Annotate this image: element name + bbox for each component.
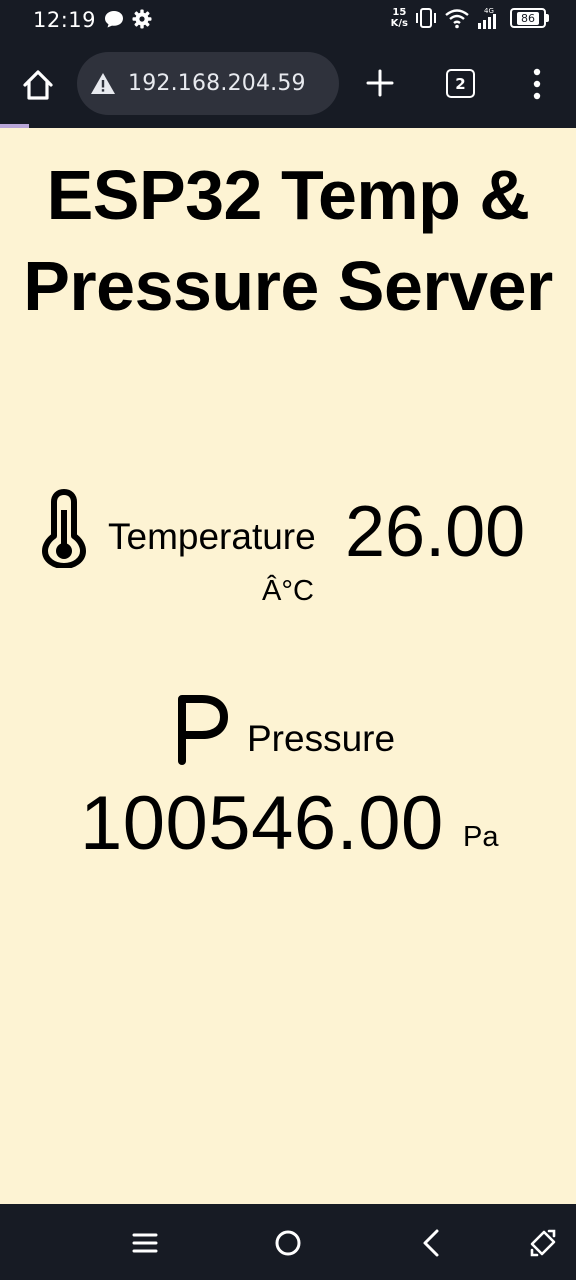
battery-level: 86: [517, 11, 539, 25]
tab-count: 2: [455, 74, 466, 93]
temperature-value: 26.00: [345, 492, 526, 572]
network-type: 4G: [484, 7, 494, 15]
battery-indicator: 86: [510, 8, 549, 28]
network-speed-unit: K/s: [390, 18, 408, 29]
url-text[interactable]: 192.168.204.59: [128, 71, 306, 96]
status-right-icons: 15 K/s 4G 86: [391, 6, 549, 30]
message-icon: [105, 11, 123, 28]
recent-apps-icon[interactable]: [130, 1228, 160, 1258]
back-icon[interactable]: [417, 1228, 447, 1258]
pressure-label: Pressure: [247, 718, 396, 759]
warning-triangle-icon[interactable]: [90, 72, 116, 96]
home-icon[interactable]: [20, 67, 56, 103]
pressure-unit: Pa: [463, 821, 499, 853]
vibrate-icon: [416, 8, 436, 28]
network-speed: 15 K/s: [391, 7, 408, 29]
thermometer-icon: [42, 489, 86, 568]
system-nav-bar: [0, 1204, 576, 1280]
temperature-unit: Â°C: [262, 575, 314, 607]
wifi-icon: [445, 9, 469, 29]
more-menu-icon[interactable]: [527, 67, 547, 101]
network-speed-value: 15: [392, 7, 407, 18]
web-page: ESP32 Temp & Pressure Server Temperature…: [0, 128, 576, 1204]
rotate-icon[interactable]: [528, 1228, 558, 1258]
letter-p-icon: [178, 695, 228, 765]
pressure-value: 100546.00: [80, 781, 444, 866]
home-circle-icon[interactable]: [273, 1228, 303, 1258]
page-title: ESP32 Temp & Pressure Server: [23, 156, 553, 325]
browser-toolbar: 192.168.204.59 2: [0, 40, 576, 126]
status-time: 12:19: [33, 8, 97, 32]
temperature-label: Temperature: [108, 516, 316, 557]
tab-switcher-button[interactable]: 2: [446, 69, 475, 98]
address-bar[interactable]: 192.168.204.59: [77, 52, 339, 115]
signal-4g-icon: 4G: [478, 7, 496, 29]
status-left-icons: [104, 9, 152, 29]
settings-gear-icon: [132, 9, 152, 29]
status-bar: 12:19 15 K/s 4G 86: [0, 0, 576, 40]
new-tab-icon[interactable]: [365, 68, 395, 98]
